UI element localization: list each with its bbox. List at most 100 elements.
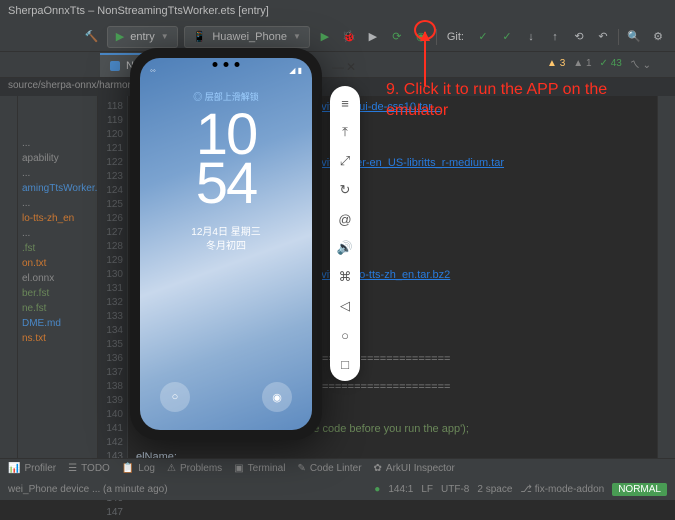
git-push-icon[interactable]: ✓ [498, 28, 516, 46]
sidebar-item[interactable]: ... [18, 136, 97, 151]
line-number: 124 [98, 184, 123, 198]
line-number: 129 [98, 254, 123, 268]
phone-icon[interactable]: ○ [160, 382, 190, 412]
hammer-icon[interactable]: 🔨 [83, 28, 101, 46]
log-button[interactable]: 📋 Log [122, 463, 155, 474]
line-number: 127 [98, 226, 123, 240]
terminal-button[interactable]: ▣ Terminal [234, 463, 285, 474]
sidebar-item[interactable]: ne.fst [18, 301, 97, 316]
device-select[interactable]: 📱 Huawei_Phone ▼ [184, 26, 310, 48]
emulator-window-controls: — ✕ [330, 60, 360, 72]
line-number: 140 [98, 408, 123, 422]
sidebar-item[interactable]: amingTtsWorker.ets [18, 181, 97, 196]
line-gutter: 1181191201211221231241251261271281291301… [98, 96, 128, 478]
back-icon[interactable]: ↶ [594, 28, 612, 46]
rotate-icon[interactable]: ↻ [336, 181, 354, 199]
cursor-position[interactable]: 144:1 [388, 484, 413, 495]
git-commit-icon[interactable]: ✓ [474, 28, 492, 46]
sidebar-item[interactable]: .fst [18, 241, 97, 256]
todo-button[interactable]: ☰ TODO [68, 463, 110, 474]
sidebar-item[interactable]: ... [18, 226, 97, 241]
line-number: 147 [98, 506, 123, 520]
file-icon [110, 61, 120, 71]
project-sidebar[interactable]: ...apability...amingTtsWorker.ets...lo-t… [18, 96, 98, 478]
line-number: 121 [98, 142, 123, 156]
run-config-select[interactable]: ▶ entry ▼ [107, 26, 178, 48]
line-number: 126 [98, 212, 123, 226]
minimize-icon[interactable]: — [332, 60, 344, 72]
git-update-icon[interactable]: ↑ [546, 28, 564, 46]
inspection-bar[interactable]: ▲ 3 ▲ 1 ✓ 43 ㄟ ⌄ [547, 56, 651, 71]
git-label: Git: [447, 31, 464, 43]
vim-mode: NORMAL [612, 483, 667, 496]
ark-button[interactable]: ✿ ArkUI Inspector [374, 463, 455, 474]
run-button[interactable]: ▶ [316, 28, 334, 46]
sidebar-item[interactable]: on.txt [18, 256, 97, 271]
line-number: 133 [98, 310, 123, 324]
volume-icon[interactable]: 🔊 [336, 239, 354, 257]
encoding[interactable]: UTF-8 [441, 484, 469, 495]
git-history-icon[interactable]: ⟲ [570, 28, 588, 46]
home-icon[interactable]: ○ [336, 326, 354, 344]
line-number: 130 [98, 268, 123, 282]
lock-date: 12月4日 星期三冬月初四 [140, 226, 312, 254]
line-number: 136 [98, 352, 123, 366]
line-number: 139 [98, 394, 123, 408]
sidebar-item[interactable]: ... [18, 166, 97, 181]
sidebar-item[interactable]: apability [18, 151, 97, 166]
line-number: 141 [98, 422, 123, 436]
at-icon[interactable]: @ [336, 210, 354, 228]
recents-icon[interactable]: □ [336, 355, 354, 373]
codelinter-button[interactable]: ✎ Code Linter [297, 463, 361, 474]
problems-button[interactable]: ⚠ Problems [167, 463, 222, 474]
attach-icon[interactable]: ⟳ [388, 28, 406, 46]
coverage-icon[interactable]: ▶ [364, 28, 382, 46]
emulator-screen[interactable]: ◦◦◢ ▮ ◎ 层部上滑解锁 1054 12月4日 星期三冬月初四 ○ ◉ [140, 58, 312, 430]
line-number: 137 [98, 366, 123, 380]
sidebar-item[interactable]: el.onnx [18, 271, 97, 286]
line-number: 125 [98, 198, 123, 212]
sidebar-item[interactable]: ... [18, 196, 97, 211]
sidebar-item[interactable]: lo-tts-zh_en [18, 211, 97, 226]
close-icon[interactable]: ✕ [346, 60, 358, 72]
camera-icon[interactable]: ◉ [262, 382, 292, 412]
toolbar: 🔨 ▶ entry ▼ 📱 Huawei_Phone ▼ ▶ 🐞 ▶ ⟳ ◉ G… [0, 22, 675, 52]
sidebar-item[interactable]: DME.md [18, 316, 97, 331]
line-number: 132 [98, 296, 123, 310]
crop-icon[interactable]: ⤢ [336, 152, 354, 170]
emulator-controls: ≡ ⤒ ⤢ ↻ @ 🔊 ⌘ ◁ ○ □ [330, 86, 360, 381]
top-icon[interactable]: ⤒ [336, 123, 354, 141]
annotation-text: 9. Click it to run the APP on the emulat… [386, 80, 646, 122]
right-toolwindow-bar[interactable] [657, 96, 675, 478]
emu-statusbar: ◦◦◢ ▮ [150, 66, 302, 75]
indent[interactable]: 2 space [477, 484, 512, 495]
line-number: 138 [98, 380, 123, 394]
line-number: 118 [98, 100, 123, 114]
cmd-icon[interactable]: ⌘ [336, 268, 354, 286]
lock-time: 1054 [140, 110, 312, 209]
titlebar: SherpaOnnxTts – NonStreamingTtsWorker.et… [0, 0, 675, 22]
debug-icon[interactable]: 🐞 [340, 28, 358, 46]
toolwindow-bar: 📊 Profiler ☰ TODO 📋 Log ⚠ Problems ▣ Ter… [0, 458, 675, 478]
annotation-arrow [424, 32, 426, 86]
line-number: 135 [98, 338, 123, 352]
left-toolwindow-bar[interactable] [0, 96, 18, 478]
menu-icon[interactable]: ≡ [336, 94, 354, 112]
git-pull-icon[interactable]: ↓ [522, 28, 540, 46]
status-message: wei_Phone device ... (a minute ago) [8, 484, 168, 495]
status-bar: wei_Phone device ... (a minute ago) ● 14… [0, 478, 675, 500]
profiler-button[interactable]: 📊 Profiler [8, 463, 56, 474]
emulator-device[interactable]: ◦◦◢ ▮ ◎ 层部上滑解锁 1054 12月4日 星期三冬月初四 ○ ◉ [130, 48, 322, 440]
sidebar-item[interactable]: ber.fst [18, 286, 97, 301]
search-icon[interactable]: 🔍 [625, 28, 643, 46]
line-number: 134 [98, 324, 123, 338]
git-branch[interactable]: ⎇ fix-mode-addon [520, 484, 604, 495]
line-number: 131 [98, 282, 123, 296]
back-icon[interactable]: ◁ [336, 297, 354, 315]
line-number: 119 [98, 114, 123, 128]
sidebar-item[interactable]: ns.txt [18, 331, 97, 346]
line-sep[interactable]: LF [421, 484, 433, 495]
settings-icon[interactable]: ⚙ [649, 28, 667, 46]
line-number: 142 [98, 436, 123, 450]
line-number: 128 [98, 240, 123, 254]
